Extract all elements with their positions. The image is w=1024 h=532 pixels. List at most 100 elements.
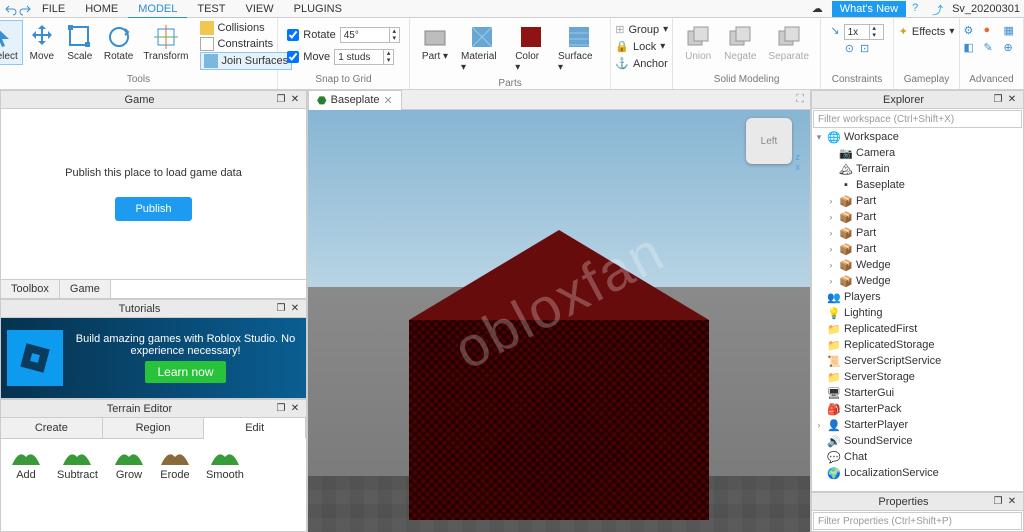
expand-icon[interactable]: ▾ <box>814 132 824 143</box>
scale-spinner[interactable]: ▴▾ <box>844 24 884 40</box>
share-icon[interactable]: ⤴ <box>932 2 946 16</box>
move-button[interactable]: Move <box>23 20 61 65</box>
publish-button[interactable]: Publish <box>115 197 191 221</box>
menu-view[interactable]: VIEW <box>235 1 283 17</box>
terrain-smooth-button[interactable]: Smooth <box>206 445 244 481</box>
viewport-3d[interactable]: Left zx obloxfan <box>308 110 810 532</box>
tree-node[interactable]: 💡Lighting <box>812 305 1023 321</box>
constraint-icon3[interactable]: ⊡ <box>860 42 869 55</box>
explorer-tree[interactable]: ▾🌐Workspace 📷Camera 🏔Terrain ▪Baseplate›… <box>812 129 1023 491</box>
transform-button[interactable]: Transform <box>138 20 193 65</box>
constraint-icon[interactable]: ↘ <box>830 24 839 40</box>
adv-icon[interactable]: ◧ <box>964 41 980 54</box>
undock-icon[interactable]: ❐ <box>274 94 288 105</box>
lock-button[interactable]: 🔒Lock ▾ <box>615 39 668 54</box>
undock-icon[interactable]: ❐ <box>991 94 1005 105</box>
close-icon[interactable]: ✕ <box>1005 94 1019 105</box>
menu-test[interactable]: TEST <box>187 1 235 17</box>
terrain-tab-create[interactable]: Create <box>1 418 103 438</box>
adv-icon[interactable]: ⊕ <box>1004 41 1020 54</box>
union-button[interactable]: Union <box>679 20 717 65</box>
rotate-spinner[interactable]: ▴▾ <box>340 27 400 43</box>
move-checkbox[interactable] <box>287 51 299 63</box>
tree-node[interactable]: 🖥StarterGui <box>812 385 1023 401</box>
terrain-tab-edit[interactable]: Edit <box>204 418 306 439</box>
tree-node[interactable]: 📁ReplicatedStorage <box>812 337 1023 353</box>
tree-node[interactable]: ▪Baseplate <box>812 177 1023 193</box>
terrain-tab-region[interactable]: Region <box>103 418 205 438</box>
tree-node[interactable]: ▾🌐Workspace <box>812 129 1023 145</box>
close-icon[interactable]: ✕ <box>288 303 302 314</box>
terrain-add-button[interactable]: Add <box>11 445 41 481</box>
surface-button[interactable]: Surface ▾ <box>553 20 604 76</box>
tree-node[interactable]: 💬Chat <box>812 449 1023 465</box>
terrain-grow-button[interactable]: Grow <box>114 445 144 481</box>
tree-node[interactable]: 📷Camera <box>812 145 1023 161</box>
user-name[interactable]: Sv_20200301 <box>952 3 1020 15</box>
adv-icon[interactable]: ▦ <box>1004 24 1020 37</box>
expand-icon[interactable]: › <box>826 212 836 222</box>
expand-icon[interactable]: › <box>826 276 836 286</box>
group-button[interactable]: ⊞Group ▾ <box>615 22 668 37</box>
tree-node[interactable]: 📁ServerStorage <box>812 369 1023 385</box>
undock-icon[interactable]: ❐ <box>991 496 1005 507</box>
adv-icon[interactable]: ⚙ <box>964 24 980 37</box>
tree-node[interactable]: ›📦Part <box>812 225 1023 241</box>
undo-icon[interactable] <box>4 2 18 16</box>
whats-new-button[interactable]: What's New <box>832 1 906 17</box>
anchor-button[interactable]: ⚓Anchor <box>615 56 668 71</box>
expand-icon[interactable]: › <box>826 228 836 238</box>
adv-icon[interactable]: ✎ <box>984 41 1000 54</box>
tree-node[interactable]: 🌍LocalizationService <box>812 465 1023 481</box>
close-icon[interactable]: ✕ <box>288 403 302 414</box>
expand-icon[interactable]: › <box>814 420 824 430</box>
undock-icon[interactable]: ❐ <box>274 303 288 314</box>
tree-node[interactable]: 📜ServerScriptService <box>812 353 1023 369</box>
tab-game[interactable]: Game <box>60 280 111 298</box>
tab-toolbox[interactable]: Toolbox <box>1 280 60 298</box>
expand-icon[interactable]: › <box>826 244 836 254</box>
tree-node[interactable]: 🎒StarterPack <box>812 401 1023 417</box>
scale-button[interactable]: Scale <box>61 20 99 65</box>
move-spinner[interactable]: ▴▾ <box>334 49 394 65</box>
color-button[interactable]: Color ▾ <box>510 20 551 76</box>
menu-file[interactable]: FILE <box>32 1 75 17</box>
rotate-checkbox[interactable] <box>287 29 299 41</box>
tree-node[interactable]: 🔊SoundService <box>812 433 1023 449</box>
tree-node[interactable]: ›📦Wedge <box>812 273 1023 289</box>
view-cube[interactable]: Left <box>746 118 792 164</box>
expand-icon[interactable]: › <box>826 260 836 270</box>
terrain-erode-button[interactable]: Erode <box>160 445 190 481</box>
close-icon[interactable]: ✕ <box>288 94 302 105</box>
menu-home[interactable]: HOME <box>75 1 128 17</box>
material-button[interactable]: Material ▾ <box>456 20 508 76</box>
tree-node[interactable]: ›👤StarterPlayer <box>812 417 1023 433</box>
tree-node[interactable]: 🏔Terrain <box>812 161 1023 177</box>
learn-now-button[interactable]: Learn now <box>145 361 225 383</box>
part-button[interactable]: Part ▾ <box>416 20 454 65</box>
select-button[interactable]: Select <box>0 20 23 65</box>
close-tab-icon[interactable]: ✕ <box>384 94 393 107</box>
close-icon[interactable]: ✕ <box>1005 496 1019 507</box>
adv-icon[interactable]: ● <box>984 24 1000 37</box>
effects-button[interactable]: ✦Effects ▾ <box>899 24 955 39</box>
tab-baseplate[interactable]: ⬣Baseplate✕ <box>308 90 402 110</box>
undock-icon[interactable]: ❐ <box>274 403 288 414</box>
menu-model[interactable]: MODEL <box>128 1 187 19</box>
tree-node[interactable]: 👥Players <box>812 289 1023 305</box>
constraint-icon2[interactable]: ⊙ <box>845 42 854 55</box>
separate-button[interactable]: Separate <box>763 20 814 65</box>
expand-icon[interactable]: ⛶ <box>790 93 810 106</box>
explorer-filter[interactable]: Filter workspace (Ctrl+Shift+X) <box>813 110 1022 128</box>
rotate-button[interactable]: Rotate <box>99 20 138 65</box>
tree-node[interactable]: ›📦Wedge <box>812 257 1023 273</box>
cloud-icon[interactable]: ☁ <box>812 2 826 16</box>
tree-node[interactable]: ›📦Part <box>812 209 1023 225</box>
tree-node[interactable]: ›📦Part <box>812 193 1023 209</box>
menu-plugins[interactable]: PLUGINS <box>284 1 352 17</box>
tree-node[interactable]: 📁ReplicatedFirst <box>812 321 1023 337</box>
properties-filter[interactable]: Filter Properties (Ctrl+Shift+P) <box>813 512 1022 530</box>
terrain-subtract-button[interactable]: Subtract <box>57 445 98 481</box>
tree-node[interactable]: ›📦Part <box>812 241 1023 257</box>
help-icon[interactable]: ? <box>912 2 926 16</box>
